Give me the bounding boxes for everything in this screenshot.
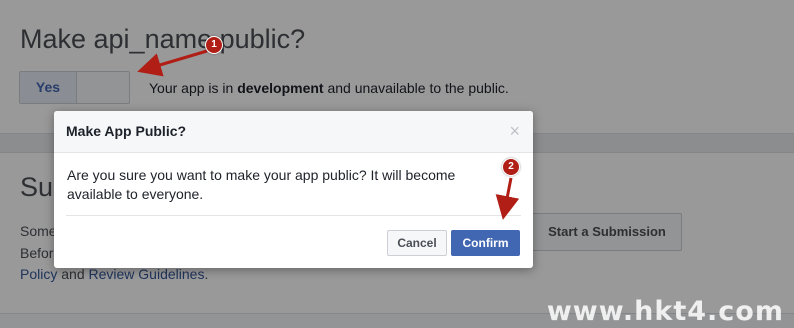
dialog-divider bbox=[66, 215, 521, 216]
annotation-badge-2: 2 bbox=[502, 158, 520, 176]
dialog-message: Are you sure you want to make your app p… bbox=[67, 167, 456, 202]
confirm-button[interactable]: Confirm bbox=[451, 230, 520, 256]
close-icon[interactable]: × bbox=[509, 121, 520, 141]
make-public-dialog: Make App Public? × Are you sure you want… bbox=[54, 111, 533, 268]
dialog-title: Make App Public? bbox=[66, 123, 187, 139]
watermark-text: www.hkt4.com bbox=[546, 296, 784, 327]
annotation-badge-1: 1 bbox=[205, 36, 223, 54]
cancel-button[interactable]: Cancel bbox=[387, 230, 447, 256]
dialog-header: Make App Public? × bbox=[54, 111, 533, 153]
